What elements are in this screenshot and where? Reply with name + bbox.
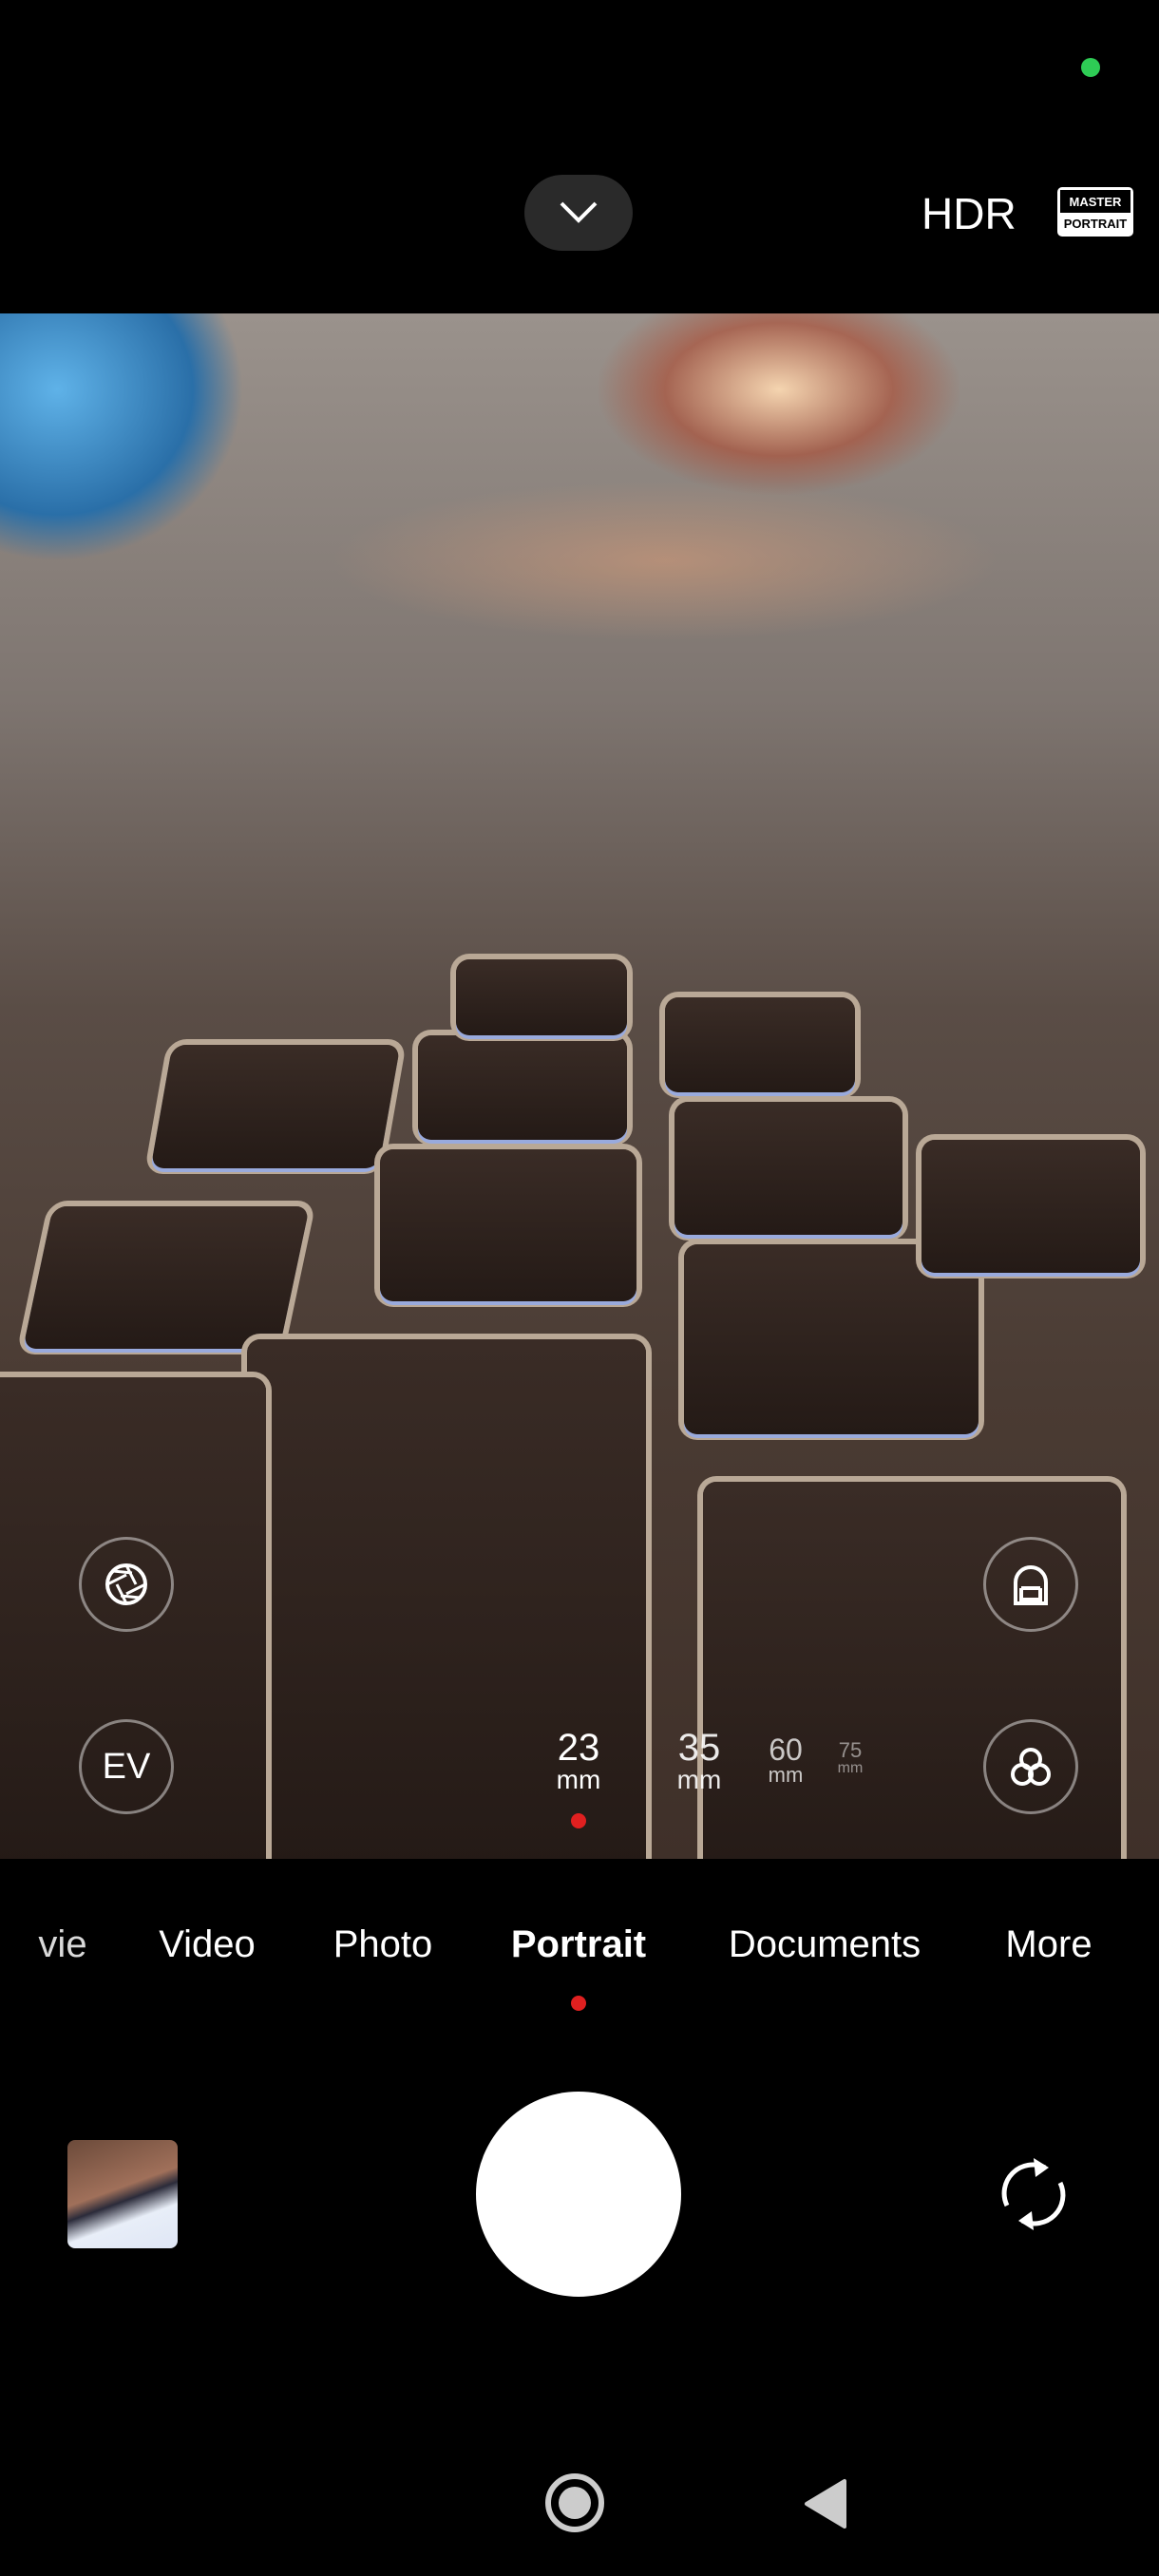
switch-camera-button[interactable] [988,2149,1079,2240]
camera-viewfinder[interactable] [0,313,1159,1859]
collapse-settings-button[interactable] [524,175,633,251]
mode-portrait[interactable]: Portrait [511,1923,646,1966]
focal-unit: mm [768,1763,804,1787]
focal-value: 23 [557,1727,600,1769]
focal-75mm[interactable]: 75 mm [838,1740,864,1776]
mode-more[interactable]: More [1005,1923,1092,1966]
aperture-icon [105,1563,147,1605]
back-icon [805,2479,846,2529]
portrait-lighting-button[interactable] [983,1537,1078,1632]
focal-23mm[interactable]: 23 mm [557,1729,601,1793]
filters-icon [1011,1748,1051,1786]
master-label: MASTER [1060,190,1130,213]
hdr-toggle[interactable]: HDR [922,188,1016,239]
aperture-button[interactable] [79,1537,174,1632]
master-portrait-badge[interactable]: MASTER PORTRAIT [1057,187,1133,237]
ev-button[interactable]: EV [79,1719,174,1814]
focal-unit: mm [837,1760,864,1776]
portrait-lighting-icon [1014,1565,1048,1605]
focal-value: 75 [838,1738,863,1762]
mode-documents[interactable]: Documents [729,1923,921,1966]
focal-value: 35 [677,1727,721,1769]
focal-unit: mm [556,1765,601,1794]
ev-label: EV [102,1746,151,1787]
gallery-thumbnail[interactable] [67,2140,178,2248]
mode-movie[interactable]: vie [38,1923,86,1966]
privacy-indicator-dot [1081,58,1100,77]
mode-video[interactable]: Video [159,1923,256,1966]
switch-camera-icon [1001,2158,1066,2230]
focal-selected-dot [571,1813,586,1828]
nav-back-button[interactable] [803,2477,848,2530]
chevron-down-icon [560,201,598,223]
nav-home-button[interactable] [545,2473,604,2532]
home-icon [559,2487,591,2519]
shutter-button[interactable] [476,2092,681,2297]
mode-selected-dot [571,1996,586,2011]
mode-photo[interactable]: Photo [333,1923,433,1966]
focal-60mm[interactable]: 60 mm [769,1734,804,1786]
focal-unit: mm [676,1765,722,1794]
filters-button[interactable] [983,1719,1078,1814]
portrait-label: PORTRAIT [1063,217,1128,231]
focal-35mm[interactable]: 35 mm [677,1729,722,1793]
focal-value: 60 [769,1733,803,1767]
